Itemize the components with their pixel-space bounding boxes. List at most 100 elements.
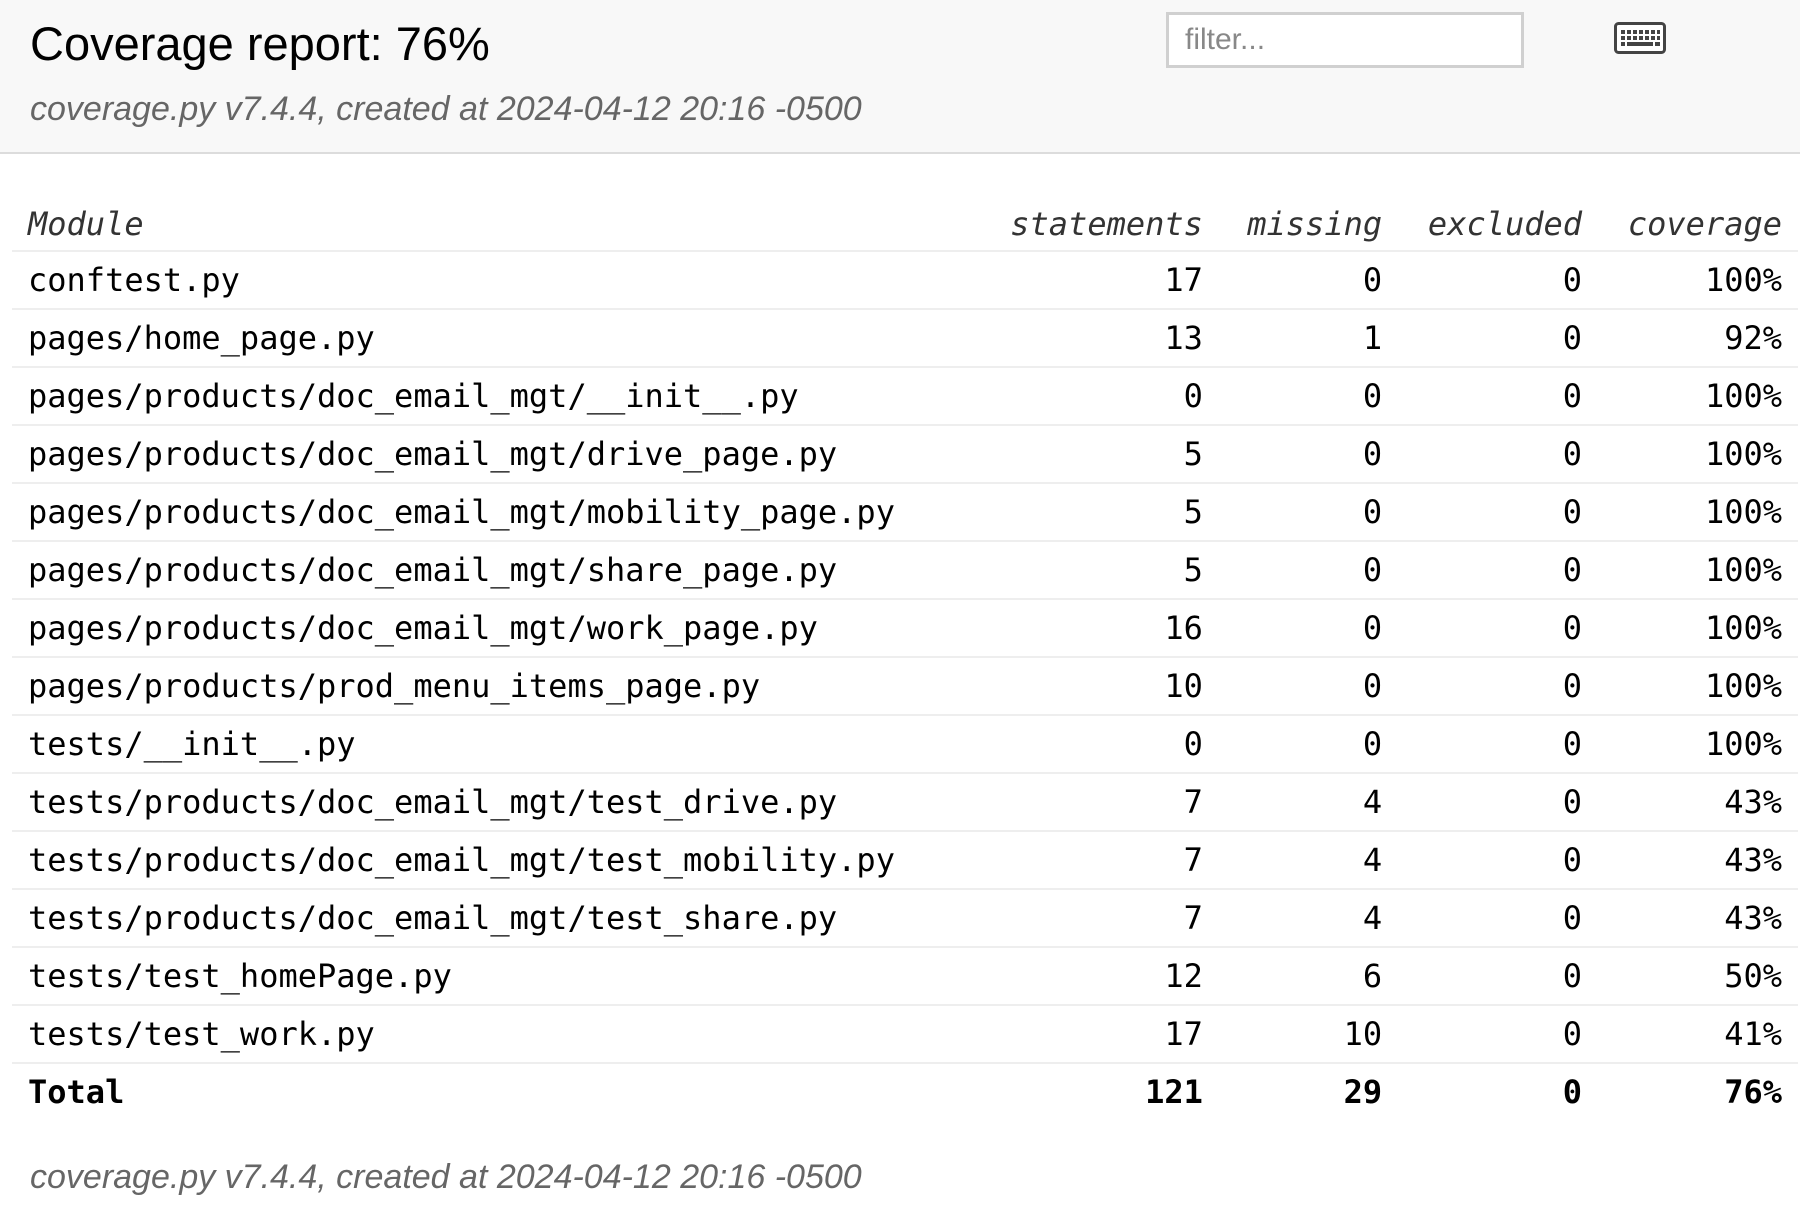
statements-cell: 5	[977, 541, 1219, 600]
column-header-excluded[interactable]: excluded	[1398, 198, 1599, 252]
module-link[interactable]: tests/products/doc_email_mgt/test_share.…	[12, 889, 978, 948]
statements-cell: 7	[977, 831, 1219, 890]
table-row: tests/products/doc_email_mgt/test_share.…	[12, 889, 1798, 948]
keyboard-icon[interactable]	[1614, 22, 1666, 54]
table-row: pages/products/doc_email_mgt/share_page.…	[12, 541, 1798, 600]
coverage-cell: 100%	[1598, 541, 1798, 600]
coverage-cell: 100%	[1598, 367, 1798, 426]
excluded-cell: 0	[1398, 773, 1599, 832]
column-header-statements[interactable]: statements	[977, 198, 1219, 252]
excluded-cell: 0	[1398, 831, 1599, 890]
missing-cell: 0	[1218, 483, 1399, 542]
coverage-cell: 92%	[1598, 309, 1798, 368]
statements-cell: 13	[977, 309, 1219, 368]
column-header-coverage[interactable]: coverage	[1598, 198, 1798, 252]
table-header-row: Module statements missing excluded cover…	[12, 198, 1798, 252]
module-link[interactable]: pages/home_page.py	[12, 309, 978, 368]
coverage-cell: 43%	[1598, 889, 1798, 948]
statements-cell: 10	[977, 657, 1219, 716]
coverage-cell: 43%	[1598, 831, 1798, 890]
table-row: tests/products/doc_email_mgt/test_drive.…	[12, 773, 1798, 832]
coverage-cell: 100%	[1598, 251, 1798, 310]
report-subtitle: coverage.py v7.4.4, created at 2024-04-1…	[30, 90, 862, 128]
excluded-cell: 0	[1398, 599, 1599, 658]
table-row: pages/products/prod_menu_items_page.py 1…	[12, 657, 1798, 716]
excluded-cell: 0	[1398, 1005, 1599, 1064]
excluded-cell: 0	[1398, 425, 1599, 484]
coverage-table: Module statements missing excluded cover…	[12, 198, 1798, 1120]
statements-cell: 12	[977, 947, 1219, 1006]
coverage-cell: 100%	[1598, 715, 1798, 774]
statements-cell: 5	[977, 425, 1219, 484]
coverage-cell: 100%	[1598, 425, 1798, 484]
statements-cell: 17	[977, 251, 1219, 310]
missing-cell: 4	[1218, 773, 1399, 832]
missing-cell: 4	[1218, 831, 1399, 890]
module-link[interactable]: pages/products/doc_email_mgt/share_page.…	[12, 541, 978, 600]
total-label: Total	[28, 1073, 125, 1111]
coverage-cell: 43%	[1598, 773, 1798, 832]
missing-cell: 10	[1218, 1005, 1399, 1064]
table-row: tests/test_homePage.py 12 6 0 50%	[12, 947, 1798, 1006]
missing-cell: 0	[1218, 251, 1399, 310]
coverage-cell: 100%	[1598, 483, 1798, 542]
statements-cell: 0	[977, 715, 1219, 774]
column-header-missing[interactable]: missing	[1218, 198, 1399, 252]
table-body: conftest.py 17 0 0 100% pages/home_page.…	[12, 251, 1798, 1064]
module-link[interactable]: pages/products/doc_email_mgt/drive_page.…	[12, 425, 978, 484]
excluded-cell: 0	[1398, 947, 1599, 1006]
table-row: tests/__init__.py 0 0 0 100%	[12, 715, 1798, 774]
statements-cell: 7	[977, 889, 1219, 948]
excluded-cell: 0	[1398, 541, 1599, 600]
table-row: conftest.py 17 0 0 100%	[12, 251, 1798, 310]
module-link[interactable]: pages/products/doc_email_mgt/work_page.p…	[12, 599, 978, 658]
table-row: pages/products/doc_email_mgt/work_page.p…	[12, 599, 1798, 658]
missing-cell: 0	[1218, 541, 1399, 600]
excluded-cell: 0	[1398, 889, 1599, 948]
module-link[interactable]: pages/products/prod_menu_items_page.py	[12, 657, 978, 716]
module-link[interactable]: tests/test_homePage.py	[12, 947, 978, 1006]
table-row: pages/products/doc_email_mgt/__init__.py…	[12, 367, 1798, 426]
coverage-cell: 100%	[1598, 657, 1798, 716]
statements-cell: 0	[977, 367, 1219, 426]
statements-cell: 5	[977, 483, 1219, 542]
module-link[interactable]: tests/products/doc_email_mgt/test_drive.…	[12, 773, 978, 832]
report-footer: coverage.py v7.4.4, created at 2024-04-1…	[30, 1158, 862, 1196]
table-row: pages/home_page.py 13 1 0 92%	[12, 309, 1798, 368]
total-statements: 121	[1145, 1073, 1203, 1111]
module-link[interactable]: tests/products/doc_email_mgt/test_mobili…	[12, 831, 978, 890]
page-title: Coverage report: 76%	[30, 17, 490, 70]
module-link[interactable]: pages/products/doc_email_mgt/__init__.py	[12, 367, 978, 426]
missing-cell: 4	[1218, 889, 1399, 948]
table-row: tests/products/doc_email_mgt/test_mobili…	[12, 831, 1798, 890]
table-row: pages/products/doc_email_mgt/mobility_pa…	[12, 483, 1798, 542]
coverage-cell: 100%	[1598, 599, 1798, 658]
column-header-module[interactable]: Module	[12, 198, 978, 252]
missing-cell: 6	[1218, 947, 1399, 1006]
missing-cell: 1	[1218, 309, 1399, 368]
coverage-cell: 50%	[1598, 947, 1798, 1006]
module-link[interactable]: tests/__init__.py	[12, 715, 978, 774]
missing-cell: 0	[1218, 599, 1399, 658]
excluded-cell: 0	[1398, 715, 1599, 774]
missing-cell: 0	[1218, 367, 1399, 426]
module-link[interactable]: conftest.py	[12, 251, 978, 310]
excluded-cell: 0	[1398, 657, 1599, 716]
module-link[interactable]: tests/test_work.py	[12, 1005, 978, 1064]
excluded-cell: 0	[1398, 483, 1599, 542]
total-row: Total 121 29 0 76%	[12, 1063, 1798, 1120]
missing-cell: 0	[1218, 425, 1399, 484]
total-excluded: 0	[1562, 1073, 1583, 1111]
module-link[interactable]: pages/products/doc_email_mgt/mobility_pa…	[12, 483, 978, 542]
missing-cell: 0	[1218, 715, 1399, 774]
total-coverage: 76%	[1724, 1073, 1782, 1111]
statements-cell: 17	[977, 1005, 1219, 1064]
statements-cell: 16	[977, 599, 1219, 658]
filter-input[interactable]	[1166, 12, 1524, 68]
coverage-cell: 41%	[1598, 1005, 1798, 1064]
excluded-cell: 0	[1398, 251, 1599, 310]
excluded-cell: 0	[1398, 367, 1599, 426]
table-row: tests/test_work.py 17 10 0 41%	[12, 1005, 1798, 1064]
excluded-cell: 0	[1398, 309, 1599, 368]
statements-cell: 7	[977, 773, 1219, 832]
